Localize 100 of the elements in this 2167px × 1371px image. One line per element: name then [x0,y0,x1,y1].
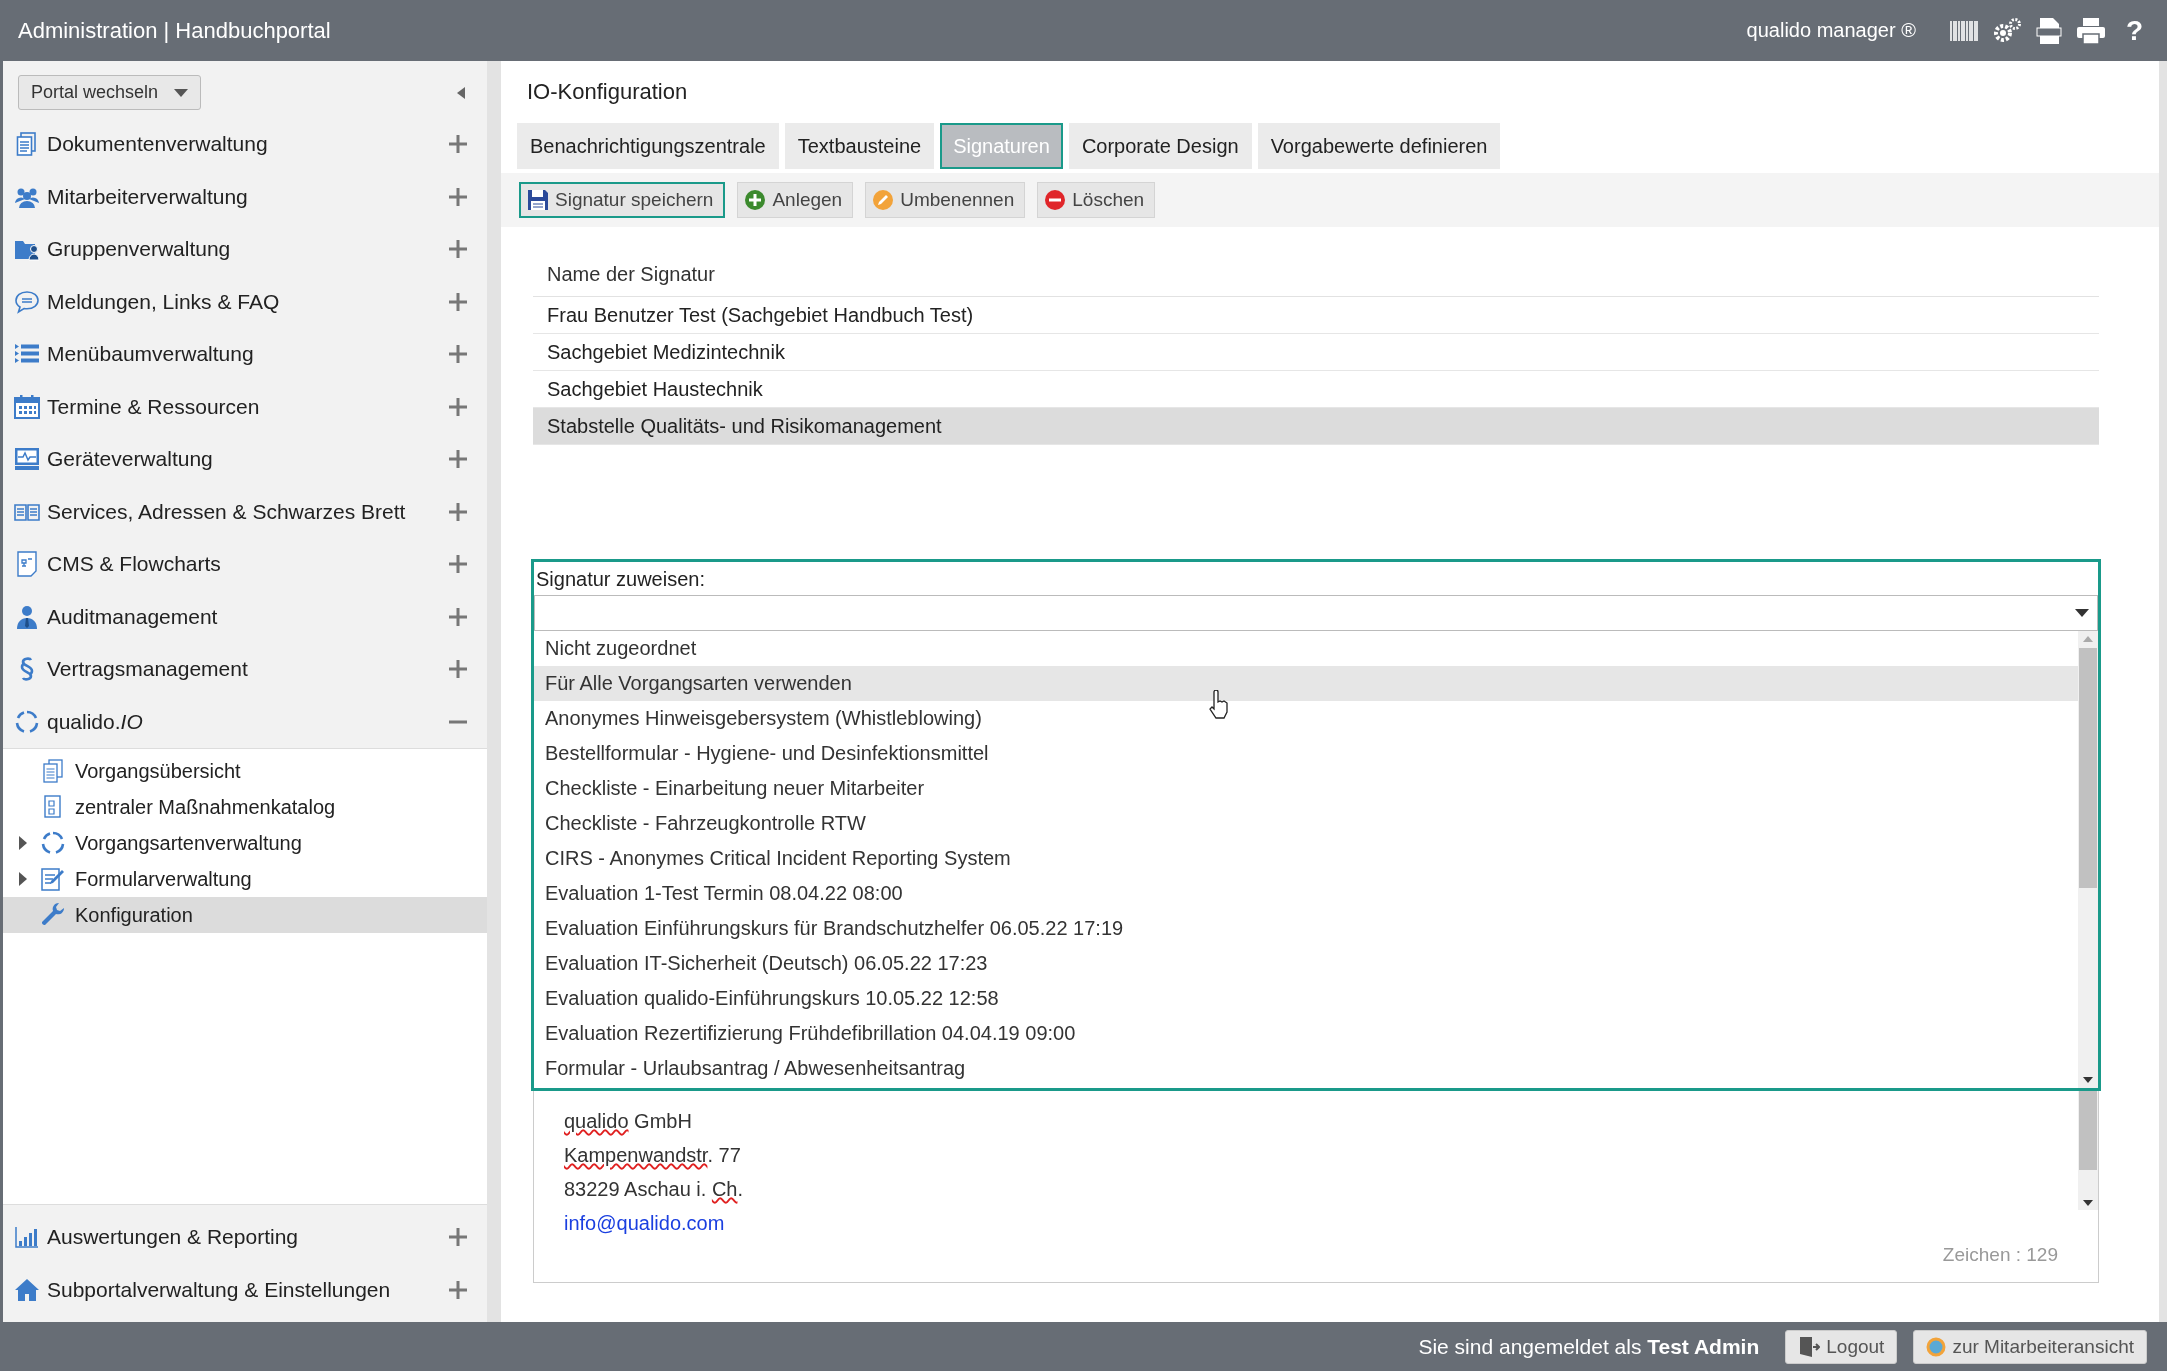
home-icon [14,1277,40,1302]
printer-icon[interactable] [2075,16,2106,45]
expand-icon[interactable] [449,240,467,259]
checklist-icon [43,795,63,819]
menu-item-label: qualido.IO [47,709,144,734]
expand-triangle-icon[interactable] [19,872,27,886]
tree-item[interactable]: Konfiguration [3,897,487,933]
tab[interactable]: Vorgabewerte definieren [1257,123,1501,169]
expand-icon[interactable] [449,1228,467,1247]
app-title: Administration | Handbuchportal [18,17,331,44]
pencil-icon [872,189,895,211]
table-row[interactable]: Stabstelle Qualitäts- und Risikomanagement [533,408,2099,445]
dropdown-option[interactable]: Evaluation qualido-Einführungskurs 10.05.22 12:58 [534,981,2078,1016]
expand-icon[interactable] [449,607,467,626]
dropdown-option[interactable]: CIRS - Anonymes Critical Incident Reporting System [534,841,2078,876]
scroll-up-arrow-icon[interactable] [2083,636,2093,642]
expand-icon[interactable] [449,292,467,311]
menu-item[interactable]: Mitarbeiterverwaltung [3,170,487,223]
select-field[interactable] [534,595,2098,631]
tab[interactable]: Benachrichtigungszentrale [517,123,779,169]
tree-item[interactable]: Formularverwaltung [3,861,487,897]
editor-text-line: Kampenwandstr. 77 [564,1144,741,1168]
employee-view-button[interactable]: zur Mitarbeiteransicht [1913,1329,2147,1364]
dropdown-option[interactable]: Nicht zugeordnet [534,631,2078,666]
expand-icon[interactable] [449,135,467,154]
tree-item[interactable]: Vorgangsartenverwaltung [3,825,487,861]
tab[interactable]: Textbausteine [784,123,935,169]
documents-icon [42,759,64,783]
caret-icon [2075,609,2089,617]
expand-icon[interactable] [449,555,467,574]
expand-icon[interactable] [449,187,467,206]
tree-item-label: Konfiguration [75,903,193,927]
barcode-icon[interactable] [1949,19,1978,42]
menu-item-label: Services, Adressen & Schwarzes Brett [47,499,407,524]
expand-icon[interactable] [449,660,467,679]
menu-item[interactable]: Meldungen, Links & FAQ [3,275,487,328]
menu-item[interactable]: Auditmanagement [3,590,487,643]
dropdown-option[interactable]: Evaluation Einführungskurs für Brandschutzhelfer 06.05.22 17:19 [534,911,2078,946]
toolbar-button[interactable]: Signatur speichern [519,182,726,218]
flowchart-document-icon [16,551,38,578]
menu-item[interactable]: Menübaumverwaltung [3,328,487,381]
cycle-icon [15,709,39,734]
tree-item[interactable]: Vorgangsübersicht [3,753,487,789]
tree-item[interactable]: zentraler Maßnahmenkatalog [3,789,487,825]
cycle-icon [41,831,65,855]
expand-icon[interactable] [449,397,467,416]
expand-icon[interactable] [449,502,467,521]
menu-item[interactable]: Termine & Ressourcen [3,380,487,433]
tab[interactable]: Corporate Design [1068,123,1252,169]
logout-button[interactable]: Logout [1785,1329,1898,1364]
gears-icon[interactable] [1991,16,2022,45]
help-button[interactable]: ? [2119,14,2149,47]
paragraph-icon [20,656,34,683]
dropdown-option[interactable]: Checkliste - Fahrzeugkontrolle RTW [534,806,2078,841]
menu-item[interactable]: Geräteverwaltung [3,433,487,486]
menu-item[interactable]: Vertragsmanagement [3,643,487,696]
edit-document-icon [40,866,66,892]
spreadsheet-icon[interactable] [2035,16,2062,45]
toolbar-button[interactable]: Anlegen [737,182,854,218]
menu-item-label: Geräteverwaltung [47,447,214,472]
dropdown-option[interactable]: Checkliste - Einarbeitung neuer Mitarbeiter [534,771,2078,806]
menu-item[interactable]: Services, Adressen & Schwarzes Brett [3,485,487,538]
menu-item[interactable]: CMS & Flowcharts [3,538,487,591]
menu-item[interactable]: Subportalverwaltung & Einstellungen [3,1263,487,1316]
collapse-arrow-icon[interactable] [457,86,465,99]
expand-icon[interactable] [449,345,467,364]
circle-icon [1926,1336,1947,1357]
expand-icon[interactable] [449,450,467,469]
expand-triangle-icon[interactable] [19,836,27,850]
expand-icon[interactable] [449,1280,467,1299]
email-link[interactable]: info@qualido.com [564,1212,725,1246]
dropdown-option[interactable]: Bestellformular - Hygiene- und Desinfektionsmittel [534,736,2078,771]
dropdown-option[interactable]: Evaluation IT-Sicherheit (Deutsch) 06.05.22 17:23 [534,946,2078,981]
portal-dropdown[interactable]: Portal wechseln [18,75,202,110]
editor-text-line: qualido GmbH [564,1110,692,1134]
table-row[interactable]: Frau Benutzer Test (Sachgebiet Handbuch Test) [533,297,2099,334]
scroll-down-arrow-icon[interactable] [2083,1200,2093,1206]
menu-item-label: Subportalverwaltung & Einstellungen [47,1277,392,1302]
menu-item[interactable]: Auswertungen & Reporting [3,1211,487,1264]
editor-text-line: 83229 Aschau i. Ch. [564,1178,744,1202]
dropdown-option[interactable]: Anonymes Hinweisgebersystem (Whistleblowing) [534,701,2078,736]
menu-item[interactable]: qualido.IO [3,695,487,748]
scroll-down-arrow-icon[interactable] [2083,1077,2093,1083]
product-name: qualido manager ® [1746,19,1916,42]
book-icon [14,501,40,522]
dropdown-option[interactable]: Evaluation 1-Test Termin 08.04.22 08:00 [534,876,2078,911]
dropdown-option[interactable]: Evaluation Rezertifizierung Frühdefibrillation 04.04.19 09:00 [534,1016,2078,1051]
document-icon [16,132,38,157]
dropdown-option[interactable]: Für Alle Vorgangsarten verwenden [534,666,2078,701]
table-row[interactable]: Sachgebiet Medizintechnik [533,334,2099,371]
menu-item[interactable]: Dokumentenverwaltung [3,118,487,171]
menu-item-label: Termine & Ressourcen [47,394,261,419]
toolbar-button[interactable]: Löschen [1037,182,1156,218]
list-icon [14,343,40,366]
scrollbar-thumb[interactable] [2079,648,2097,888]
tree-item-label: Vorgangsartenverwaltung [75,831,302,855]
field-label: Signatur zuweisen: [535,567,706,592]
menu-item[interactable]: Gruppenverwaltung [3,223,487,276]
toolbar-button[interactable]: Umbenennen [865,182,1026,218]
dropdown-option[interactable]: Formular - Urlaubsantrag / Abwesenheitsantrag [534,1051,2078,1086]
